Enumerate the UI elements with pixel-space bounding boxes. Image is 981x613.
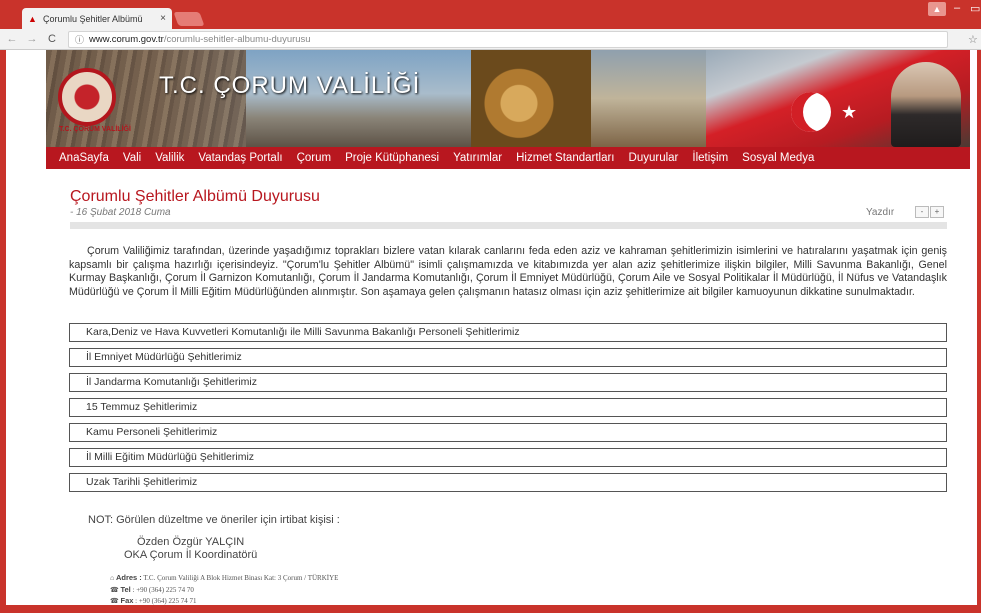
footer-tel: ☎ Tel : +90 (364) 225 74 70: [110, 585, 194, 594]
address-bar[interactable]: ⓘ www.corum.gov.tr/corumlu-sehitler-albu…: [68, 30, 948, 48]
font-increase-button[interactable]: +: [930, 206, 944, 218]
contact-role: OKA Çorum İl Koordinatörü: [124, 549, 258, 561]
menu-item-yatirimlar[interactable]: Yatırımlar: [446, 147, 509, 169]
url-domain: www.corum.gov.tr: [89, 33, 164, 45]
new-tab-button[interactable]: [173, 12, 205, 26]
menu-item-corum[interactable]: Çorum: [290, 147, 339, 169]
bookmark-star-icon[interactable]: ☆: [968, 33, 978, 46]
font-size-controls: - +: [914, 206, 944, 218]
accordion-item-15-temmuz[interactable]: 15 Temmuz Şehitlerimiz: [69, 398, 947, 417]
browser-toolbar: ← → C ⓘ www.corum.gov.tr/corumlu-sehitle…: [0, 29, 981, 50]
tab-close-icon[interactable]: ×: [160, 13, 166, 24]
menu-item-proje-kutuphanesi[interactable]: Proje Kütüphanesi: [338, 147, 446, 169]
favicon-icon: ▲: [28, 13, 37, 24]
publish-date: - 16 Şubat 2018 Cuma: [70, 207, 171, 218]
accordion-item-emniyet[interactable]: İl Emniyet Müdürlüğü Şehitlerimiz: [69, 348, 947, 367]
page-title: Çorumlu Şehitler Albümü Duyurusu: [70, 188, 320, 205]
footer-fax: ☎ Fax : +90 (364) 225 74 71: [110, 596, 196, 605]
minimize-icon[interactable]: –: [954, 2, 960, 14]
url-path: /corumlu-sehitler-albumu-duyurusu: [163, 33, 311, 45]
logo-text: T.C. ÇORUM VALİLİĞİ: [59, 126, 131, 133]
menu-item-vatandas-portali[interactable]: Vatandaş Portalı: [191, 147, 289, 169]
footer-address: ⌂ Adres : T.C. Çorum Valiliği A Blok Hiz…: [110, 573, 338, 582]
contact-note: NOT: Görülen düzeltme ve öneriler için i…: [88, 514, 340, 526]
menu-item-hizmet-standartlari[interactable]: Hizmet Standartları: [509, 147, 621, 169]
fax-icon: ☎: [110, 597, 119, 605]
main-menu: AnaSayfa Vali Valilik Vatandaş Portalı Ç…: [46, 147, 970, 169]
phone-icon: ☎: [110, 586, 119, 594]
accordion-item-uzak-tarihli[interactable]: Uzak Tarihli Şehitlerimiz: [69, 473, 947, 492]
contact-name: Özden Özgür YALÇIN: [137, 536, 245, 548]
title-divider: [70, 222, 947, 229]
menu-item-iletisim[interactable]: İletişim: [685, 147, 735, 169]
back-icon[interactable]: ←: [4, 33, 20, 45]
accordion-item-kamu-personeli[interactable]: Kamu Personeli Şehitlerimiz: [69, 423, 947, 442]
portrait-image: [891, 62, 961, 147]
tel-label: Tel: [120, 585, 131, 594]
tel-value: : +90 (364) 225 74 70: [132, 586, 194, 594]
page-frame-bottom: [0, 605, 981, 613]
user-icon[interactable]: ▲: [928, 2, 946, 16]
intro-paragraph: Çorum Valiliğimiz tarafından, üzerinde y…: [69, 245, 947, 298]
fax-value: : +90 (364) 225 74 71: [135, 597, 197, 605]
header-banner: ★ T.C. ÇORUM VALİLİĞİ T.C. ÇORUM VALİLİĞ…: [46, 50, 970, 147]
home-icon: ⌂: [110, 574, 115, 582]
reload-icon[interactable]: C: [44, 33, 60, 45]
browser-tab[interactable]: ▲ Çorumlu Şehitler Albümü ×: [22, 8, 172, 29]
address-value: T.C. Çorum Valiliği A Blok Hizmet Binası…: [143, 574, 339, 582]
menu-item-anasayfa[interactable]: AnaSayfa: [52, 147, 116, 169]
accordion-item-askeri[interactable]: Kara,Deniz ve Hava Kuvvetleri Komutanlığ…: [69, 323, 947, 342]
banner-photo-chickpeas: [471, 50, 591, 147]
banner-photo-ruins: [591, 50, 706, 147]
menu-item-sosyal-medya[interactable]: Sosyal Medya: [735, 147, 821, 169]
info-icon[interactable]: ⓘ: [75, 33, 84, 46]
tab-title: Çorumlu Şehitler Albümü: [43, 13, 143, 24]
print-link[interactable]: Yazdır: [866, 207, 894, 218]
crescent-icon: [791, 92, 831, 132]
star-icon: ★: [841, 102, 858, 122]
menu-item-valilik[interactable]: Valilik: [148, 147, 191, 169]
page-frame-right: [977, 50, 981, 613]
maximize-icon[interactable]: ▭: [970, 2, 980, 15]
accordion-item-milli-egitim[interactable]: İl Milli Eğitim Müdürlüğü Şehitlerimiz: [69, 448, 947, 467]
page-frame-left: [0, 50, 6, 613]
forward-icon[interactable]: →: [24, 33, 40, 45]
address-label: Adres :: [115, 573, 142, 582]
site-title: T.C. ÇORUM VALİLİĞİ: [159, 72, 421, 99]
governorship-logo[interactable]: [58, 68, 116, 126]
accordion-item-jandarma[interactable]: İl Jandarma Komutanlığı Şehitlerimiz: [69, 373, 947, 392]
menu-item-duyurular[interactable]: Duyurular: [622, 147, 686, 169]
font-decrease-button[interactable]: -: [915, 206, 929, 218]
fax-label: Fax: [120, 596, 134, 605]
menu-item-vali[interactable]: Vali: [116, 147, 148, 169]
